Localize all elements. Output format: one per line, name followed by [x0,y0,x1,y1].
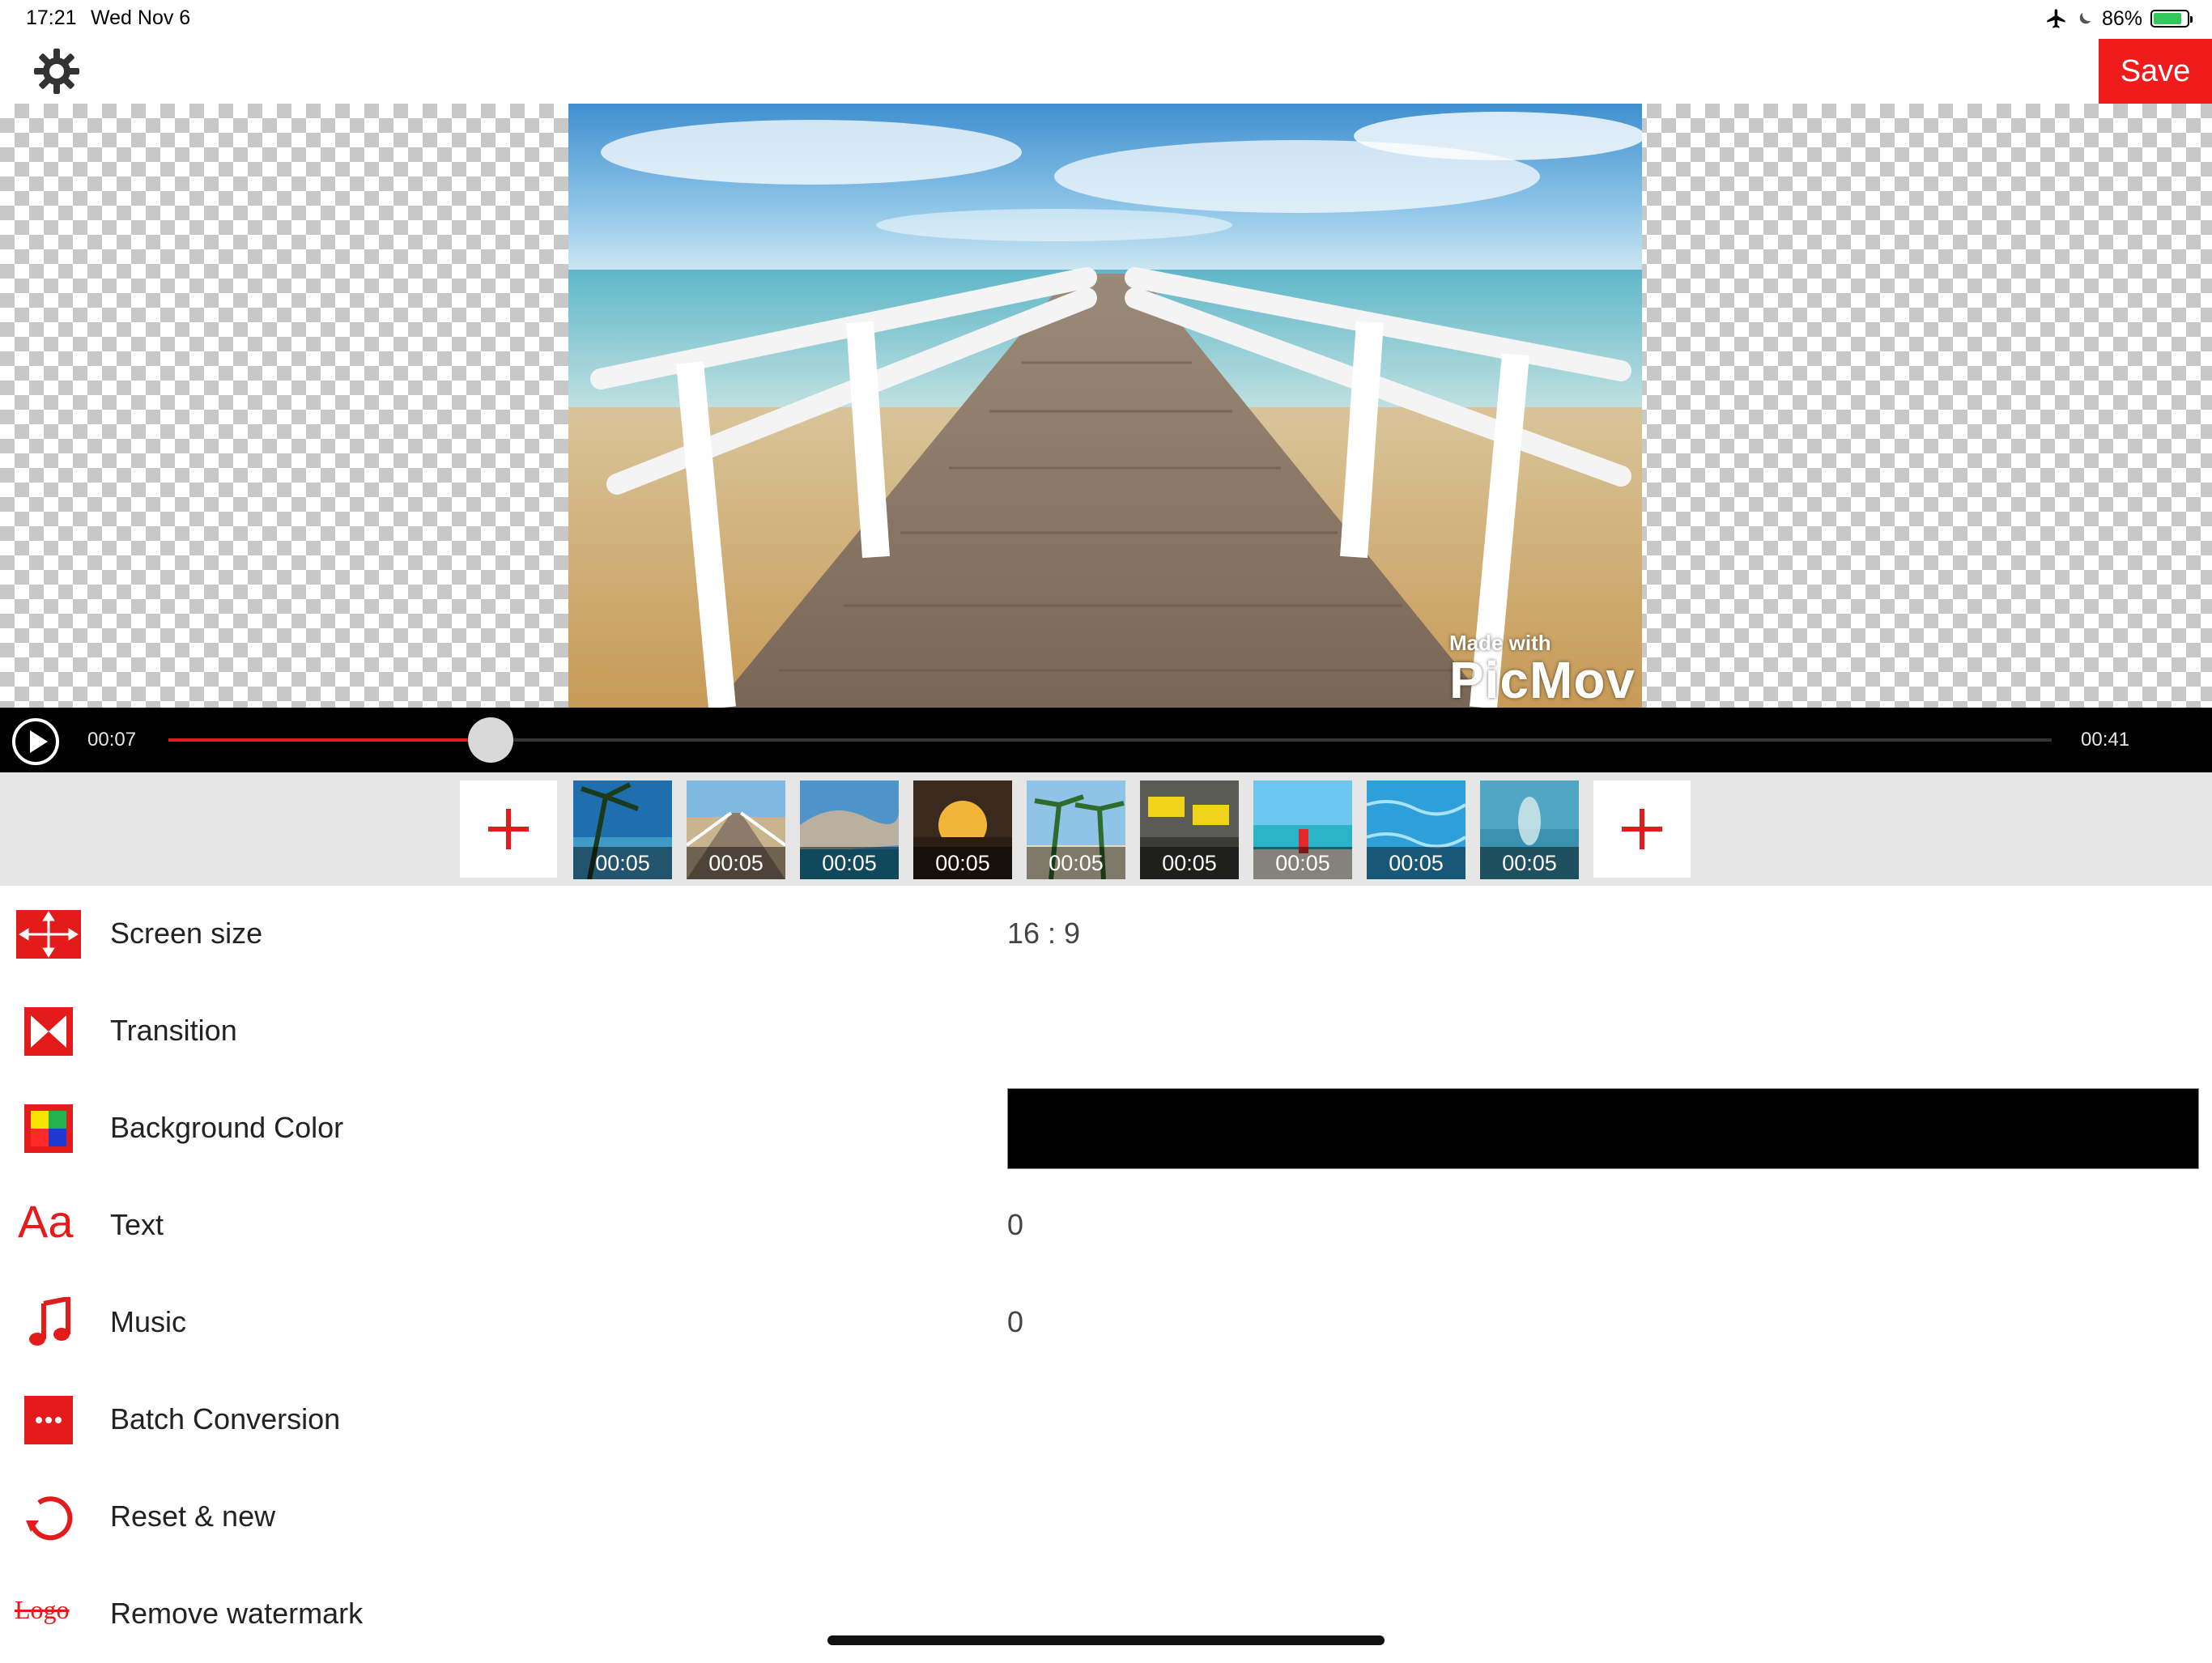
setting-label: Reset & new [110,1499,276,1533]
status-date: Wed Nov 6 [91,6,191,29]
clip-strip: 00:05 00:05 00:05 00:05 00:05 00:05 00:0… [0,772,2212,886]
clip-duration: 00:05 [1140,847,1239,879]
setting-transition[interactable]: Transition [0,983,2212,1080]
logo-strike-icon: Logo [15,1595,83,1627]
setting-screen-size[interactable]: Screen size 16 : 9 [0,886,2212,983]
airplane-mode-icon [2047,9,2065,28]
add-clip-after-button[interactable] [1593,780,1691,878]
seek-progress [168,738,491,742]
moon-icon [2079,12,2091,24]
setting-music[interactable]: Music 0 [0,1274,2212,1372]
logo-strike-text: Logo [15,1595,70,1624]
status-right: 86% [2045,5,2193,32]
clip-thumbnail[interactable]: 00:05 [573,780,672,879]
clip-thumbnail[interactable]: 00:05 [687,780,785,879]
player-bar: 00:07 00:41 [0,708,2212,772]
clip-duration: 00:05 [913,847,1012,879]
home-indicator [827,1635,1385,1645]
setting-reset-new[interactable]: Reset & new [0,1469,2212,1566]
clip-thumbnail[interactable]: 00:05 [800,780,899,879]
setting-label: Batch Conversion [110,1402,341,1435]
setting-batch-conversion[interactable]: Batch Conversion [0,1372,2212,1469]
seek-bar[interactable] [168,717,2052,763]
clip-thumbnail[interactable]: 00:05 [913,780,1012,879]
setting-label: Background Color [110,1111,344,1144]
clip-thumbnail[interactable]: 00:05 [1480,780,1579,879]
batch-dots-icon [24,1396,73,1444]
screen-size-value: 16 : 9 [1007,917,1081,950]
setting-label: Screen size [110,917,263,950]
music-note-icon [29,1297,70,1346]
setting-text[interactable]: Aa Text 0 [0,1177,2212,1274]
add-clip-before-button[interactable] [460,780,557,878]
setting-label: Transition [110,1014,237,1047]
status-bar: 17:21 Wed Nov 6 86% [0,0,2212,39]
gear-icon [34,49,79,94]
battery-percent: 86% [2101,6,2142,30]
music-count: 0 [1007,1305,1024,1338]
clip-thumbnail[interactable]: 00:05 [1027,780,1125,879]
clip-duration: 00:05 [1367,847,1465,879]
text-icon: Aa [18,1196,74,1247]
clip-duration: 00:05 [687,847,785,879]
clip-duration: 00:05 [1027,847,1125,879]
clip-thumbnail[interactable]: 00:05 [1253,780,1352,879]
picmov-watermark: Made with PicMov [1448,631,1636,708]
play-icon [12,718,59,765]
clip-duration: 00:05 [573,847,672,879]
text-count: 0 [1007,1208,1024,1241]
reset-arrow-icon [26,1496,73,1541]
clip-thumbnail[interactable]: 00:05 [1367,780,1465,879]
setting-label: Text [110,1208,164,1241]
battery-icon [2150,10,2193,28]
clip-thumbnail[interactable]: 00:05 [1140,780,1239,879]
background-color-swatch[interactable] [1007,1088,2199,1169]
resize-arrows-icon [16,910,81,959]
setting-label: Remove watermark [110,1597,364,1630]
preview-image: Made with PicMov [568,104,1642,708]
current-time: 00:07 [87,729,137,751]
status-time: 17:21 [26,6,77,29]
save-button[interactable]: Save [2099,39,2212,104]
video-preview[interactable]: Made with PicMov [0,104,2212,708]
setting-label: Music [110,1305,187,1338]
seek-knob[interactable] [467,717,513,763]
clip-duration: 00:05 [800,847,899,879]
watermark-logo-text: PicMov [1448,651,1636,708]
settings-button[interactable] [32,47,81,96]
transition-icon [24,1007,73,1056]
clip-duration: 00:05 [1480,847,1579,879]
color-palette-icon [24,1104,73,1153]
setting-remove-watermark[interactable]: Logo Remove watermark [0,1566,2212,1663]
clip-duration: 00:05 [1253,847,1352,879]
play-button[interactable] [11,717,60,766]
total-time: 00:41 [2081,729,2130,751]
